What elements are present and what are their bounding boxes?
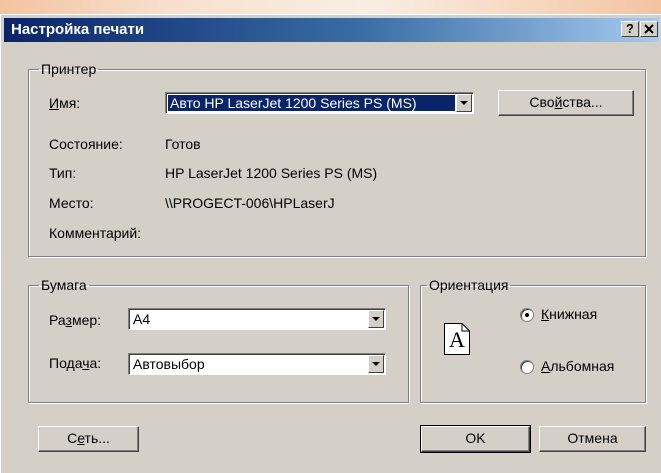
portrait-radio[interactable]: [520, 308, 534, 322]
where-label: Место:: [49, 195, 94, 211]
close-button[interactable]: [640, 21, 658, 37]
paper-size-label: Размер:: [49, 312, 102, 328]
printer-name-select[interactable]: Авто HP LaserJet 1200 Series PS (MS): [165, 92, 474, 114]
paper-source-value: Автовыбор: [133, 356, 205, 372]
paper-source-select[interactable]: Автовыбор: [128, 353, 386, 375]
page-letter: A: [449, 327, 465, 352]
help-button[interactable]: ?: [621, 21, 639, 37]
close-icon: [644, 24, 654, 34]
chevron-down-icon: [460, 101, 468, 105]
chevron-down-icon: [372, 362, 380, 366]
landscape-radio[interactable]: [520, 360, 534, 374]
chevron-down-icon: [372, 317, 380, 321]
paper-source-label: Подача:: [49, 355, 102, 371]
properties-button[interactable]: Свойства...: [498, 90, 634, 116]
status-label: Состояние:: [49, 136, 123, 152]
print-setup-dialog: Настройка печати ? Принтер Имя: Авто HP …: [0, 14, 661, 473]
paper-group-label: Бумага: [41, 277, 87, 293]
network-button-label: Сеть...: [67, 430, 110, 446]
title-bar[interactable]: Настройка печати ?: [4, 18, 659, 42]
properties-button-label: Свойства...: [529, 94, 603, 110]
radio-selected-dot: [525, 313, 529, 317]
landscape-label[interactable]: Альбомная: [541, 358, 614, 374]
paper-size-value: A4: [133, 311, 151, 327]
paper-source-dropdown-button[interactable]: [368, 355, 384, 373]
comment-label: Комментарий:: [49, 225, 142, 241]
printer-group-label: Принтер: [41, 61, 97, 77]
printer-name-label: Имя:: [49, 95, 81, 111]
type-label: Тип:: [49, 165, 77, 181]
network-button[interactable]: Сеть...: [38, 426, 139, 452]
paper-size-select[interactable]: A4: [128, 308, 386, 330]
printer-name-dropdown-button[interactable]: [456, 94, 472, 112]
type-value: HP LaserJet 1200 Series PS (MS): [165, 165, 378, 181]
window-title: Настройка печати: [11, 21, 145, 38]
ok-button-label: OK: [465, 430, 486, 446]
portrait-label[interactable]: Книжная: [541, 306, 597, 322]
status-value: Готов: [165, 136, 201, 152]
cancel-button-label: Отмена: [567, 430, 618, 446]
paper-size-dropdown-button[interactable]: [368, 310, 384, 328]
cancel-button[interactable]: Отмена: [539, 426, 646, 452]
paper-group: Бумага: [28, 277, 409, 403]
ok-button[interactable]: OK: [420, 425, 531, 453]
orientation-group-label: Ориентация: [429, 277, 509, 293]
where-value: \\PROGECT-006\HPLaserJ: [165, 195, 335, 211]
printer-name-value: Авто HP LaserJet 1200 Series PS (MS): [168, 95, 455, 111]
background-strip: [0, 0, 661, 14]
